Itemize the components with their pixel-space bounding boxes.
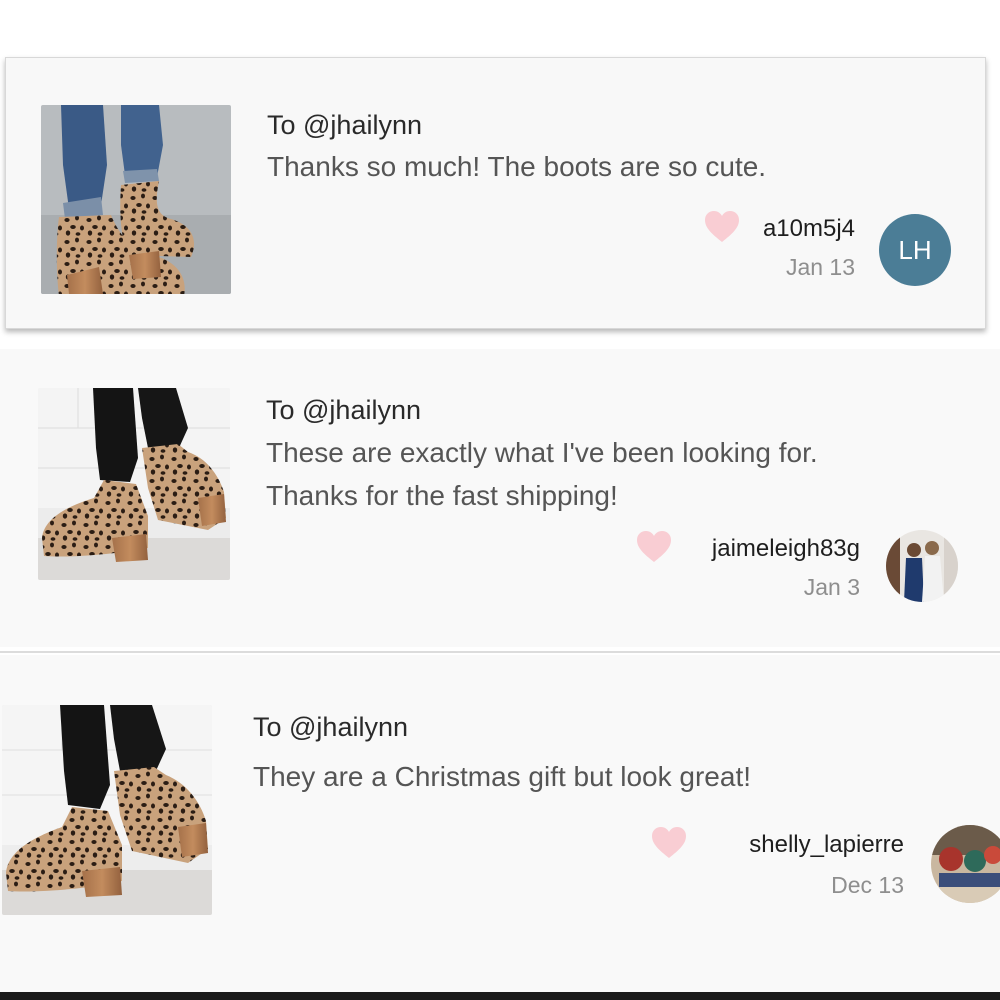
product-photo[interactable] [38, 388, 230, 580]
heart-icon-shape [637, 531, 671, 562]
avatar[interactable] [886, 530, 958, 602]
review-date: Jan 3 [803, 574, 860, 600]
review-message: Thanks so much! The boots are so cute. [267, 145, 766, 188]
review-message-line: Thanks so much! The boots are so cute. [267, 151, 767, 182]
reviewer-username[interactable]: jaimeleigh83g [712, 535, 860, 563]
boots-image [41, 105, 231, 294]
heart-icon[interactable] [704, 210, 740, 244]
recipient-label: To @jhailynn [253, 712, 408, 742]
product-photo[interactable] [2, 705, 212, 915]
heart-icon[interactable] [636, 530, 672, 564]
avatar-photo [931, 825, 1000, 903]
review-message: These are exactly what I've been looking… [266, 431, 818, 517]
boots-image [38, 388, 230, 580]
review-message-line: These are exactly what I've been looking… [266, 437, 818, 468]
review-date: Dec 13 [831, 872, 904, 898]
boots-image [2, 705, 212, 915]
avatar[interactable]: LH [879, 214, 951, 286]
review-message: They are a Christmas gift but look great… [253, 755, 751, 798]
section-divider [0, 651, 1000, 653]
recipient-label: To @jhailynn [266, 395, 421, 425]
reviewer-username[interactable]: a10m5j4 [763, 215, 855, 243]
reviews-page: To @jhailynn Thanks so much! The boots a… [0, 0, 1000, 1000]
heart-icon-shape [652, 827, 686, 858]
recipient-label: To @jhailynn [267, 110, 422, 140]
review-date: Jan 13 [785, 254, 855, 280]
avatar-initials: LH [898, 234, 932, 265]
heart-icon-shape [705, 211, 739, 242]
review-message-line: Thanks for the fast shipping! [266, 480, 618, 511]
product-photo[interactable] [41, 105, 231, 294]
review-message-line: They are a Christmas gift but look great… [253, 761, 751, 792]
avatar-photo [886, 530, 958, 602]
reviewer-username[interactable]: shelly_lapierre [749, 831, 904, 859]
avatar[interactable] [931, 825, 1000, 903]
heart-icon[interactable] [651, 826, 687, 860]
bottom-bar [0, 992, 1000, 1000]
